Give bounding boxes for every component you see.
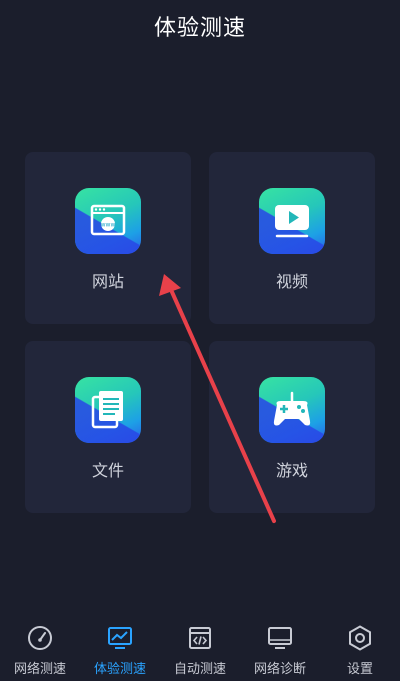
tab-label-experience-speed: 体验测速 — [93, 662, 146, 677]
card-video[interactable]: 视频 — [209, 152, 375, 324]
code-calendar-icon — [189, 627, 211, 649]
card-game[interactable]: 游戏 — [209, 341, 375, 513]
tab-network-diagnosis[interactable]: 网络诊断 — [240, 614, 320, 681]
hexagon-gear-icon — [349, 625, 371, 651]
card-file[interactable]: 文件 — [25, 341, 191, 513]
card-label-website: 网站 — [91, 272, 124, 291]
tab-label-settings: 设置 — [346, 662, 373, 677]
card-website[interactable]: www 网站 — [25, 152, 191, 324]
speedometer-icon — [28, 626, 52, 650]
file-icon — [75, 377, 141, 443]
video-icon — [259, 188, 325, 254]
gamepad-icon — [259, 377, 325, 443]
tab-auto-speed[interactable]: 自动测速 — [160, 614, 240, 681]
bottom-tab-bar: 网络测速 体验测速 自动测速 网络诊断 设置 — [0, 614, 400, 681]
card-label-file: 文件 — [91, 461, 124, 480]
svg-text:www: www — [101, 222, 116, 229]
tab-label-network-speed: 网络测速 — [13, 662, 66, 677]
website-icon: www — [75, 188, 141, 254]
tab-label-auto-speed: 自动测速 — [173, 662, 226, 677]
tab-experience-speed[interactable]: 体验测速 — [80, 614, 160, 681]
tab-label-network-diagnosis: 网络诊断 — [253, 662, 306, 677]
monitor-chart-icon — [108, 627, 132, 649]
card-label-game: 游戏 — [275, 461, 308, 480]
page-title: 体验测速 — [153, 16, 246, 41]
tab-network-speed[interactable]: 网络测速 — [0, 614, 80, 681]
tab-settings[interactable]: 设置 — [320, 614, 400, 681]
card-label-video: 视频 — [275, 272, 308, 291]
monitor-icon — [268, 627, 292, 649]
